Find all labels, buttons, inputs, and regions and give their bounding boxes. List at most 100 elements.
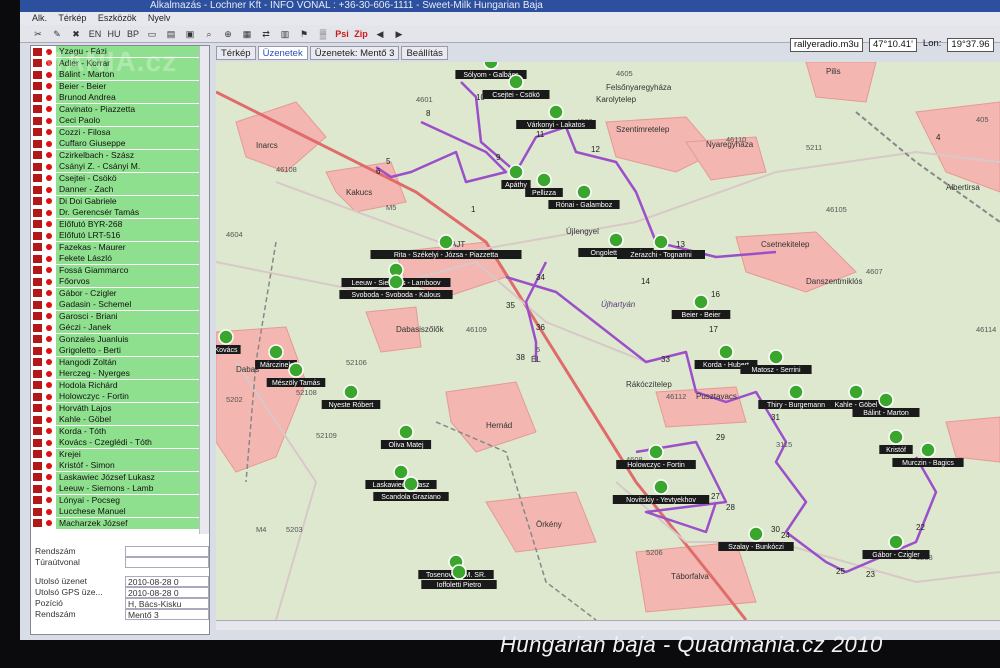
print-icon[interactable]: ▤ bbox=[163, 27, 179, 41]
vehicle-icon[interactable] bbox=[218, 329, 234, 345]
vehicle-icon[interactable] bbox=[451, 564, 467, 580]
map-scrollbar[interactable] bbox=[216, 620, 1000, 630]
competitor-row[interactable]: Korda - Tóth bbox=[31, 425, 209, 438]
lang-bp-button[interactable]: BP bbox=[125, 27, 141, 41]
competitor-row[interactable]: Horváth Lajos bbox=[31, 402, 209, 415]
competitor-row[interactable]: Leeuw - Siemons - Lamb bbox=[31, 483, 209, 495]
vehicle-marker[interactable]: Pellizza bbox=[525, 172, 563, 197]
vehicle-marker[interactable]: Apáthy bbox=[501, 164, 531, 189]
lang-en-button[interactable]: EN bbox=[87, 27, 103, 41]
vehicle-marker[interactable]: Kahle - Göbel bbox=[826, 384, 886, 409]
arrow-right-icon[interactable]: ▶ bbox=[391, 27, 407, 41]
vehicle-marker[interactable]: Gábor - Czigler bbox=[862, 534, 930, 559]
vehicle-icon[interactable] bbox=[693, 294, 709, 310]
competitor-row[interactable]: Főorvos bbox=[31, 276, 209, 288]
vehicle-icon[interactable] bbox=[920, 442, 936, 458]
vehicle-icon[interactable] bbox=[398, 424, 414, 440]
menu-nyelv[interactable]: Nyelv bbox=[148, 13, 171, 23]
psi-button[interactable]: Psi bbox=[334, 27, 350, 41]
rendszam-input[interactable] bbox=[125, 546, 209, 557]
competitor-row[interactable]: Fossá Giammarco bbox=[31, 264, 209, 277]
competitor-row[interactable]: Csányi Z. - Csányi M. bbox=[31, 161, 209, 173]
vehicle-icon[interactable] bbox=[388, 274, 404, 290]
vehicle-icon[interactable] bbox=[648, 444, 664, 460]
competitor-row[interactable]: Csejtei - Csökö bbox=[31, 172, 209, 185]
competitor-row[interactable]: Hangodi Zoltán bbox=[31, 356, 209, 369]
vehicle-icon[interactable] bbox=[888, 429, 904, 445]
zip-button[interactable]: Zip bbox=[353, 27, 369, 41]
vehicle-icon[interactable] bbox=[748, 526, 764, 542]
vehicle-icon[interactable] bbox=[548, 104, 564, 120]
vehicle-marker[interactable]: Nyeste Róbert bbox=[321, 384, 381, 409]
vehicle-icon[interactable] bbox=[653, 234, 669, 250]
competitor-row[interactable]: Ceci Paolo bbox=[31, 115, 209, 127]
vehicle-icon[interactable] bbox=[608, 232, 624, 248]
vehicle-marker[interactable]: Laskawiec Lukasz bbox=[365, 464, 437, 489]
competitor-row[interactable]: Dr. Gerencsér Tamás bbox=[31, 207, 209, 219]
competitor-row[interactable]: Danner - Zach bbox=[31, 184, 209, 196]
tab-uzenetek-mento[interactable]: Üzenetek: Mentő 3 bbox=[309, 46, 400, 60]
vehicle-icon[interactable] bbox=[403, 476, 419, 492]
competitor-row[interactable]: Fazekas - Maurer bbox=[31, 241, 209, 254]
zoom-icon[interactable]: ⊕ bbox=[220, 27, 236, 41]
vehicle-marker[interactable]: Kristóf bbox=[879, 429, 913, 454]
book-icon[interactable]: ▥ bbox=[277, 27, 293, 41]
vehicle-icon[interactable] bbox=[576, 184, 592, 200]
vehicle-marker[interactable]: Thiry - Burgemann bbox=[758, 384, 834, 409]
competitor-row[interactable]: Kristóf - Simon bbox=[31, 460, 209, 472]
cut-icon[interactable]: ✂ bbox=[30, 27, 46, 41]
vehicle-icon[interactable] bbox=[768, 349, 784, 365]
bus-icon[interactable]: ▦ bbox=[239, 27, 255, 41]
save-icon[interactable]: ▣ bbox=[182, 27, 198, 41]
tab-terkep[interactable]: Térkép bbox=[216, 46, 256, 60]
competitor-row[interactable]: Kovács - Czeglédi - Tóth bbox=[31, 437, 209, 449]
radio-file[interactable]: rallyeradio.m3u bbox=[790, 38, 863, 52]
vehicle-icon[interactable] bbox=[268, 344, 284, 360]
vehicle-icon[interactable] bbox=[343, 384, 359, 400]
vehicle-icon[interactable] bbox=[508, 164, 524, 180]
competitor-row[interactable]: Lónyai - Pocseg bbox=[31, 494, 209, 507]
vehicle-icon[interactable] bbox=[653, 479, 669, 495]
competitor-row[interactable]: Cuffaro Giuseppe bbox=[31, 138, 209, 150]
competitor-row[interactable]: Krejei bbox=[31, 448, 209, 461]
competitor-row[interactable]: Lucchese Manuel bbox=[31, 506, 209, 518]
tab-beallitas[interactable]: Beállítás bbox=[401, 46, 448, 60]
turautvonal-input[interactable] bbox=[125, 557, 209, 568]
list-scrollbar[interactable] bbox=[199, 46, 209, 534]
competitor-row[interactable]: Macharzek József bbox=[31, 517, 209, 530]
competitor-row[interactable]: Cavinato - Piazzetta bbox=[31, 103, 209, 116]
lang-hu-button[interactable]: HU bbox=[106, 27, 122, 41]
competitor-row[interactable]: Hodola Richárd bbox=[31, 379, 209, 392]
vehicle-icon[interactable] bbox=[536, 172, 552, 188]
menu-terkep[interactable]: Térkép bbox=[58, 13, 86, 23]
competitor-row[interactable]: Géczi - Janek bbox=[31, 322, 209, 334]
competitor-row[interactable]: Grigoletto - Berti bbox=[31, 345, 209, 357]
competitor-row[interactable]: Czirkelbach - Szász bbox=[31, 149, 209, 162]
arrow-left-icon[interactable]: ◀ bbox=[372, 27, 388, 41]
vehicle-icon[interactable] bbox=[508, 74, 524, 90]
competitor-row[interactable]: Fekete László bbox=[31, 253, 209, 265]
competitor-row[interactable]: Laskawiec József Lukasz bbox=[31, 471, 209, 484]
competitor-row[interactable]: Gonzales Juanluis bbox=[31, 333, 209, 346]
vehicle-marker[interactable]: Oliva Matej bbox=[380, 424, 432, 449]
vehicle-icon[interactable] bbox=[288, 362, 304, 378]
car-icon[interactable]: ▭ bbox=[144, 27, 160, 41]
vehicle-icon[interactable] bbox=[788, 384, 804, 400]
competitor-row[interactable]: Herczeg - Nyerges bbox=[31, 368, 209, 380]
vehicle-icon[interactable] bbox=[888, 534, 904, 550]
menu-eszkozok[interactable]: Eszközök bbox=[98, 13, 137, 23]
competitor-row[interactable]: Garosci - Briani bbox=[31, 310, 209, 323]
route-icon[interactable]: ⇄ bbox=[258, 27, 274, 41]
vehicle-icon[interactable] bbox=[393, 464, 409, 480]
vehicle-icon[interactable] bbox=[878, 392, 894, 408]
competitor-row[interactable]: Gábor - Czigler bbox=[31, 287, 209, 300]
competitor-row[interactable]: Brunod Andrea bbox=[31, 92, 209, 104]
map-view[interactable]: Felsőnyaregyháza Karolytelep Szentimretele… bbox=[216, 62, 1000, 620]
vehicle-icon[interactable] bbox=[848, 384, 864, 400]
competitor-row[interactable]: Di Doi Gabriele bbox=[31, 195, 209, 208]
tab-uzenetek[interactable]: Üzenetek bbox=[257, 46, 308, 60]
competitor-row[interactable]: Kahle - Göbel bbox=[31, 414, 209, 426]
vehicle-marker[interactable]: Zerazchi - Tognarini bbox=[617, 234, 705, 259]
edit-icon[interactable]: ✎ bbox=[49, 27, 65, 41]
competitor-row[interactable]: Holowczyc - Fortin bbox=[31, 391, 209, 403]
